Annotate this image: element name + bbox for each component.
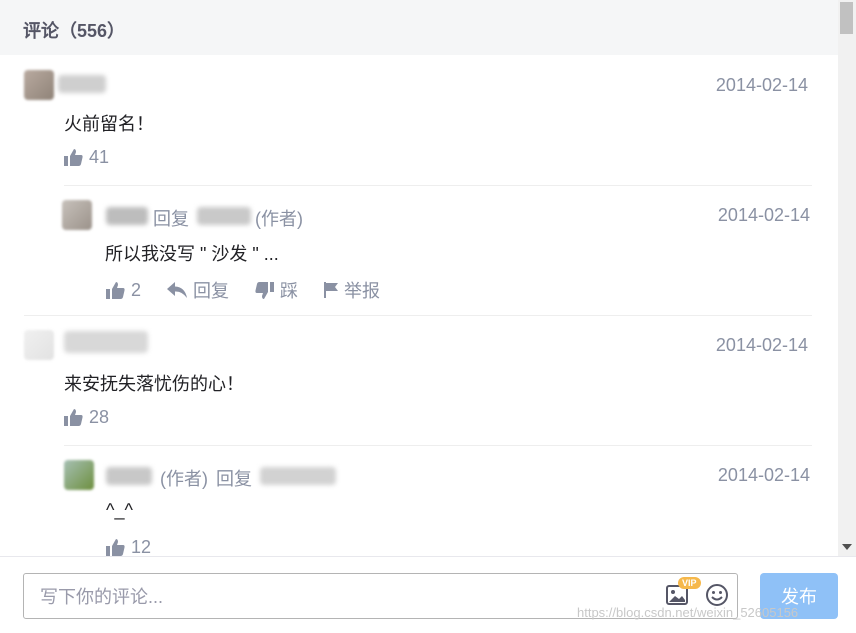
scrollbar-thumb[interactable]: [840, 2, 853, 34]
comment-date: 2014-02-14: [715, 335, 808, 355]
divider: [64, 185, 812, 186]
like-count: 12: [131, 537, 152, 556]
divider: [64, 445, 812, 446]
thumbs-up-icon: [64, 149, 83, 166]
avatar[interactable]: [24, 70, 54, 100]
comment-date: 2014-02-14: [717, 205, 810, 225]
flag-icon: [324, 282, 339, 298]
reply-button[interactable]: 回复: [167, 277, 229, 303]
avatar[interactable]: [64, 460, 94, 490]
dislike-button[interactable]: 踩: [255, 277, 298, 303]
comment-text: 火前留名！: [64, 114, 154, 134]
like-count: 41: [89, 147, 110, 167]
comment-input[interactable]: [38, 583, 662, 611]
thumbs-up-icon: [106, 281, 125, 299]
divider: [24, 315, 812, 316]
like-button[interactable]: 2: [106, 280, 141, 301]
reply-label: 回复: [193, 281, 230, 301]
comment-composer: VIP 发布 https://blog.csdn.net/weixin_5260…: [0, 556, 856, 633]
comment-actions: 2 回复 踩 举报: [106, 277, 406, 303]
like-count: 28: [89, 407, 110, 427]
username[interactable]: [106, 467, 152, 485]
comment-date: 2014-02-14: [715, 75, 808, 95]
username[interactable]: [64, 331, 148, 353]
author-tag: (作者): [160, 469, 208, 489]
avatar[interactable]: [24, 330, 54, 360]
watermark-text: https://blog.csdn.net/weixin_52605156: [577, 605, 799, 620]
comment-date: 2014-02-14: [717, 465, 810, 485]
thumbs-up-icon: [64, 409, 83, 426]
reply-item: 回复 (作者) 2014-02-14 所以我没写 " 沙发 " ... 2 回复…: [62, 185, 812, 315]
report-label: 举报: [344, 281, 381, 301]
vip-badge: VIP: [678, 577, 701, 589]
username[interactable]: [106, 207, 148, 225]
reply-target-username[interactable]: [260, 467, 336, 485]
comment-text: 来安抚失落忧伤的心！: [64, 374, 244, 394]
comment-list[interactable]: 2014-02-14 火前留名！ 41 回复 (作者) 2014-02-14 所…: [0, 55, 838, 556]
like-button[interactable]: 41: [64, 147, 109, 168]
author-tag: (作者): [255, 209, 303, 229]
comment-text: 所以我没写 " 沙发 " ...: [105, 244, 279, 264]
comments-title: 评论（556）: [23, 21, 126, 41]
avatar[interactable]: [62, 200, 92, 230]
comment-item: 2014-02-14 来安抚失落忧伤的心！ 28: [0, 315, 838, 445]
reply-label: 回复: [216, 469, 252, 489]
comment-actions: 28: [64, 407, 135, 428]
username[interactable]: [58, 75, 106, 93]
emoji-icon[interactable]: [705, 583, 729, 607]
vertical-scrollbar[interactable]: [838, 0, 856, 556]
thumbs-down-icon: [255, 281, 275, 299]
reply-label: 回复: [153, 209, 189, 229]
dislike-label: 踩: [280, 281, 299, 301]
comment-actions: 12: [106, 537, 177, 556]
like-button[interactable]: 12: [106, 537, 151, 556]
like-button[interactable]: 28: [64, 407, 109, 428]
reply-item: (作者) 回复 2014-02-14 ^_^ 12: [64, 445, 812, 556]
scroll-down-arrow-icon[interactable]: [842, 544, 852, 550]
comments-header: 评论（556）: [0, 0, 838, 55]
report-button[interactable]: 举报: [324, 277, 380, 303]
reply-arrow-icon: [167, 282, 188, 298]
comment-actions: 41: [64, 147, 135, 168]
reply-target-username[interactable]: [197, 207, 251, 225]
thumbs-up-icon: [106, 539, 125, 556]
comment-text: ^_^: [106, 500, 133, 520]
comment-item: 2014-02-14 火前留名！ 41: [0, 55, 838, 185]
like-count: 2: [131, 279, 142, 300]
